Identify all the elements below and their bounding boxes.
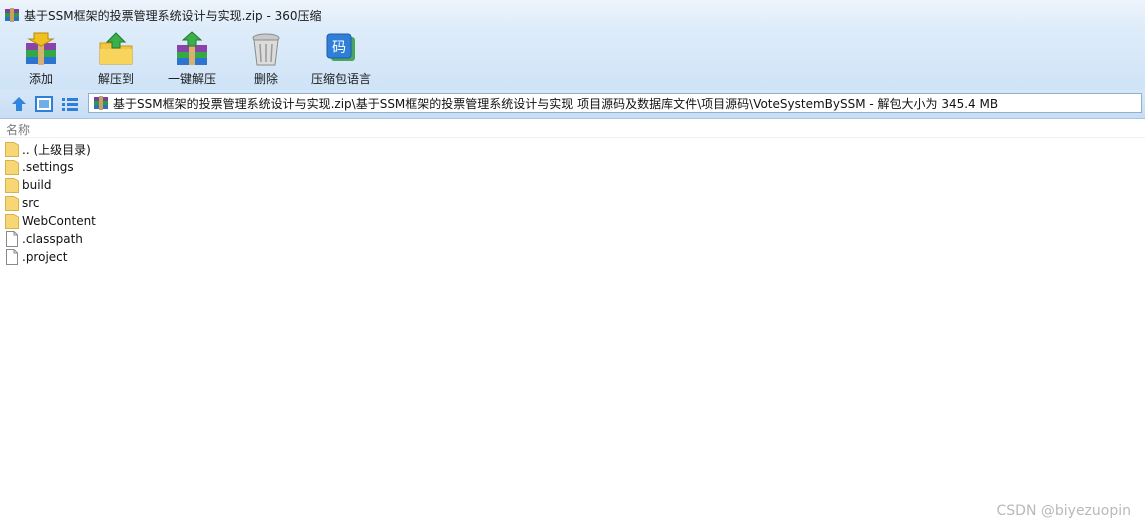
toolbar: 添加 解压到 一键解压 删除 码 压缩包语言 bbox=[0, 30, 1145, 90]
item-name: build bbox=[22, 178, 52, 192]
item-name: .classpath bbox=[22, 232, 83, 246]
folder-row[interactable]: WebContent bbox=[0, 212, 400, 230]
item-name: WebContent bbox=[22, 214, 96, 228]
archive-language-button-label: 压缩包语言 bbox=[310, 72, 371, 86]
file-icon bbox=[6, 231, 18, 247]
window-title: 基于SSM框架的投票管理系统设计与实现.zip - 360压缩 bbox=[24, 8, 322, 23]
extract-to-button-label: 解压到 bbox=[97, 72, 134, 86]
folder-icon bbox=[5, 214, 19, 229]
winrar-archive-icon bbox=[5, 8, 19, 22]
folder-icon bbox=[5, 160, 19, 175]
file-row[interactable]: .classpath bbox=[0, 230, 400, 248]
delete-button[interactable]: 删除 bbox=[246, 30, 286, 88]
folder-row[interactable]: build bbox=[0, 176, 400, 194]
add-button-label: 添加 bbox=[28, 72, 53, 86]
one-click-extract-button[interactable]: 一键解压 bbox=[166, 30, 218, 88]
add-button[interactable]: 添加 bbox=[21, 30, 61, 88]
item-name: .. (上级目录) bbox=[22, 142, 91, 157]
item-name: src bbox=[22, 196, 40, 210]
thumbnail-view-icon[interactable] bbox=[35, 95, 53, 113]
archive-language-icon: 码 bbox=[326, 33, 355, 61]
folder-icon bbox=[5, 142, 19, 157]
folder-row[interactable]: .settings bbox=[0, 158, 400, 176]
address-bar: 基于SSM框架的投票管理系统设计与实现.zip\基于SSM框架的投票管理系统设计… bbox=[0, 90, 1145, 119]
list-header: 名称 bbox=[0, 119, 1145, 138]
item-name: .settings bbox=[22, 160, 74, 174]
file-list: .. (上级目录) .settings build src WebContent .cla… bbox=[0, 140, 400, 266]
folder-icon bbox=[5, 178, 19, 193]
path-text: 基于SSM框架的投票管理系统设计与实现.zip\基于SSM框架的投票管理系统设计… bbox=[113, 96, 999, 111]
archive-language-button[interactable]: 码 压缩包语言 bbox=[310, 30, 372, 88]
folder-icon bbox=[5, 196, 19, 211]
archive-path-icon bbox=[94, 96, 108, 110]
list-view-icon[interactable] bbox=[61, 95, 79, 113]
svg-text:码: 码 bbox=[332, 40, 346, 56]
extract-to-icon bbox=[99, 32, 133, 65]
up-level-arrow-icon[interactable] bbox=[10, 95, 28, 113]
delete-button-label: 删除 bbox=[253, 72, 278, 86]
extract-to-button[interactable]: 解压到 bbox=[95, 30, 137, 88]
item-name: .project bbox=[22, 250, 68, 264]
path-field[interactable]: 基于SSM框架的投票管理系统设计与实现.zip\基于SSM框架的投票管理系统设计… bbox=[88, 93, 1142, 113]
one-click-extract-button-label: 一键解压 bbox=[167, 72, 216, 86]
delete-trash-icon bbox=[252, 33, 280, 66]
add-archive-icon bbox=[26, 32, 56, 65]
one-click-extract-icon bbox=[177, 31, 207, 65]
watermark: CSDN @biyezuopin bbox=[996, 503, 1131, 519]
title-bar: 基于SSM框架的投票管理系统设计与实现.zip - 360压缩 bbox=[0, 0, 1145, 30]
file-row[interactable]: .project bbox=[0, 248, 400, 266]
column-header-name[interactable]: 名称 bbox=[6, 121, 30, 138]
file-icon bbox=[6, 249, 18, 265]
folder-row[interactable]: src bbox=[0, 194, 400, 212]
folder-row[interactable]: .. (上级目录) bbox=[0, 140, 400, 158]
